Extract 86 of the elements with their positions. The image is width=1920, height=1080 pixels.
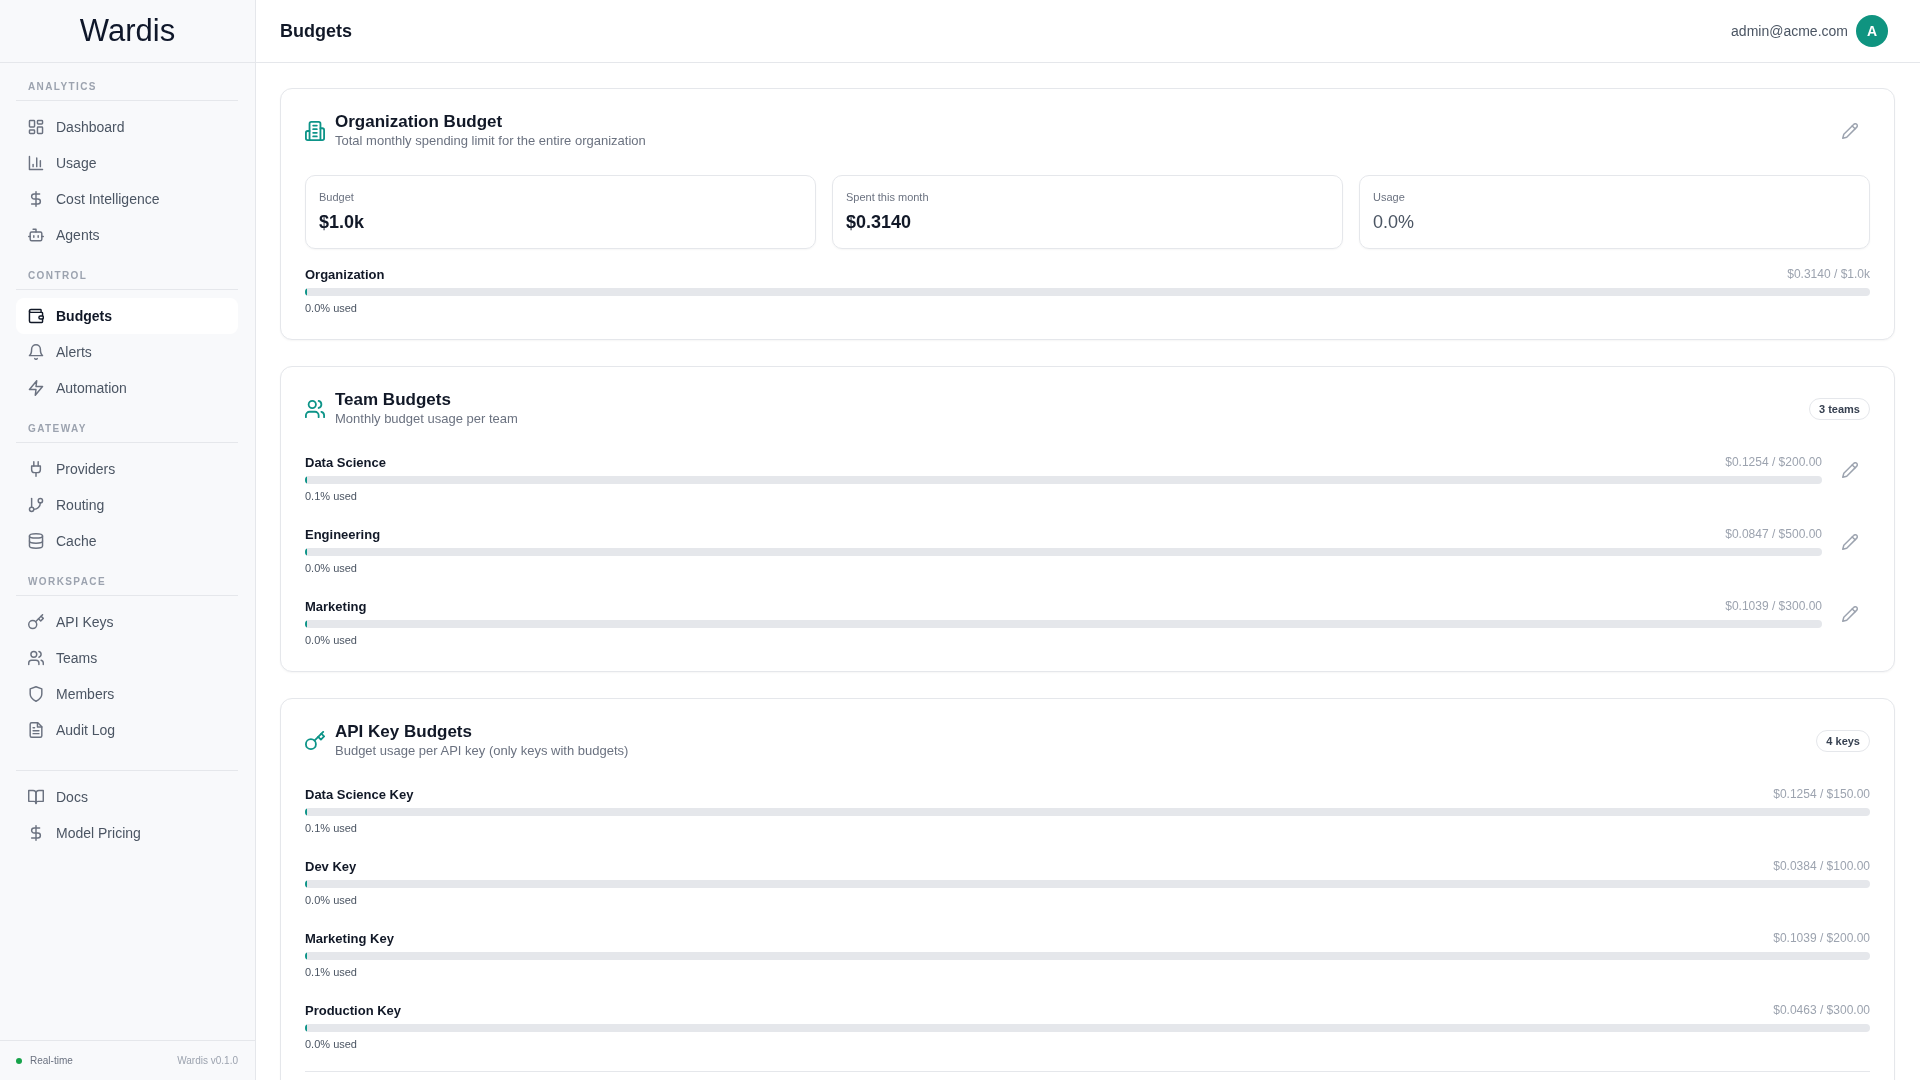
stat-label: Spent this month bbox=[846, 190, 930, 205]
usage-text: 0.0% used bbox=[305, 301, 358, 316]
bar-chart-icon bbox=[28, 155, 44, 171]
nav-link[interactable]: Routing bbox=[16, 487, 238, 523]
key-icon bbox=[28, 614, 44, 630]
usage-text: 0.0% used bbox=[305, 633, 358, 648]
branch-icon bbox=[28, 497, 44, 513]
nav-link[interactable]: Usage bbox=[16, 145, 238, 181]
budget-amount: $0.1254 / $200.00 bbox=[1725, 455, 1822, 469]
status-text: Real-time bbox=[30, 1055, 73, 1066]
nav-link[interactable]: Dashboard bbox=[16, 109, 238, 145]
pencil-icon bbox=[1842, 606, 1858, 622]
card-title: API Key Budgets bbox=[335, 722, 473, 742]
budget-name: Data Science Key bbox=[305, 786, 414, 802]
nav-link[interactable]: Automation bbox=[16, 370, 238, 406]
nav-link[interactable]: Alerts bbox=[16, 334, 238, 370]
pencil-icon bbox=[1842, 534, 1858, 550]
nav-link[interactable]: Docs bbox=[16, 779, 238, 815]
usage-text: 0.0% used bbox=[305, 893, 358, 908]
shield-icon bbox=[28, 686, 44, 702]
stat-value: $1.0k bbox=[319, 211, 366, 234]
plug-icon bbox=[28, 461, 44, 477]
budget-amount: $0.0847 / $500.00 bbox=[1725, 527, 1822, 541]
usage-text: 0.1% used bbox=[305, 965, 358, 980]
usage-text: 0.1% used bbox=[305, 489, 358, 504]
section-label: ANALYTICS bbox=[27, 80, 98, 94]
database-icon bbox=[28, 533, 44, 549]
stat-label: Usage bbox=[1373, 190, 1406, 205]
nav-link[interactable]: Cost Intelligence bbox=[16, 181, 238, 217]
section-label: WORKSPACE bbox=[27, 575, 107, 589]
dollar-icon bbox=[28, 825, 44, 841]
card-title: Team Budgets bbox=[335, 390, 452, 410]
budget-amount: $0.0463 / $300.00 bbox=[1773, 1003, 1870, 1017]
book-icon bbox=[28, 789, 44, 805]
lightning-icon bbox=[28, 380, 44, 396]
nav-link[interactable]: Audit Log bbox=[16, 712, 238, 748]
pencil-icon bbox=[1842, 462, 1858, 478]
app-logo: Wardis bbox=[79, 13, 176, 49]
budget-name: Marketing Key bbox=[305, 930, 394, 946]
nav-link[interactable]: Providers bbox=[16, 451, 238, 487]
grid-icon bbox=[28, 119, 44, 135]
stat-value: 0.0% bbox=[1373, 211, 1416, 234]
pencil-icon bbox=[1842, 123, 1858, 139]
building-icon bbox=[305, 121, 325, 141]
budget-name: Production Key bbox=[305, 1002, 402, 1018]
nav-link[interactable]: Agents bbox=[16, 217, 238, 253]
nav-link[interactable]: Cache bbox=[16, 523, 238, 559]
users-icon bbox=[305, 399, 325, 419]
card-subtitle: Monthly budget usage per team bbox=[335, 410, 519, 428]
user-email: admin@acme.com bbox=[1731, 23, 1848, 39]
document-icon bbox=[28, 722, 44, 738]
budget-name: Data Science bbox=[305, 454, 386, 470]
nav-link[interactable]: Budgets bbox=[16, 298, 238, 334]
usage-text: 0.0% used bbox=[305, 561, 358, 576]
stat-label: Budget bbox=[319, 190, 355, 205]
budget-name: Marketing bbox=[305, 598, 367, 614]
nav-link[interactable]: Members bbox=[16, 676, 238, 712]
budget-name: Dev Key bbox=[305, 858, 357, 874]
stat-value: $0.3140 bbox=[846, 211, 913, 234]
bell-icon bbox=[28, 344, 44, 360]
card-subtitle: Total monthly spending limit for the entire organization bbox=[335, 132, 647, 150]
budget-name: Engineering bbox=[305, 526, 381, 542]
dollar-icon bbox=[28, 191, 44, 207]
key-icon bbox=[305, 731, 325, 751]
budget-amount: $0.1039 / $300.00 bbox=[1725, 599, 1822, 613]
usage-text: 0.1% used bbox=[305, 821, 358, 836]
page-title: Budgets bbox=[280, 20, 352, 42]
wallet-icon bbox=[28, 308, 44, 324]
user-avatar[interactable]: A bbox=[1856, 15, 1888, 47]
budget-amount: $0.1039 / $200.00 bbox=[1773, 931, 1870, 945]
budget-name: Organization bbox=[305, 266, 385, 282]
nav-link[interactable]: API Keys bbox=[16, 604, 238, 640]
section-label: CONTROL bbox=[27, 269, 89, 283]
users-icon bbox=[28, 650, 44, 666]
card-title: Organization Budget bbox=[335, 112, 504, 132]
nav-link[interactable]: Teams bbox=[16, 640, 238, 676]
robot-icon bbox=[28, 227, 44, 243]
section-label: GATEWAY bbox=[27, 422, 88, 436]
card-subtitle: Budget usage per API key (only keys with budgets) bbox=[335, 742, 630, 760]
version-text: Wardis v0.1.0 bbox=[177, 1055, 238, 1066]
budget-amount: $0.1254 / $150.00 bbox=[1773, 787, 1870, 801]
usage-text: 0.0% used bbox=[305, 1037, 358, 1052]
budget-amount: $0.0384 / $100.00 bbox=[1773, 859, 1870, 873]
budget-amount: $0.3140 / $1.0k bbox=[1787, 267, 1870, 281]
nav-link[interactable]: Model Pricing bbox=[16, 815, 238, 851]
status-dot-icon bbox=[16, 1057, 22, 1064]
